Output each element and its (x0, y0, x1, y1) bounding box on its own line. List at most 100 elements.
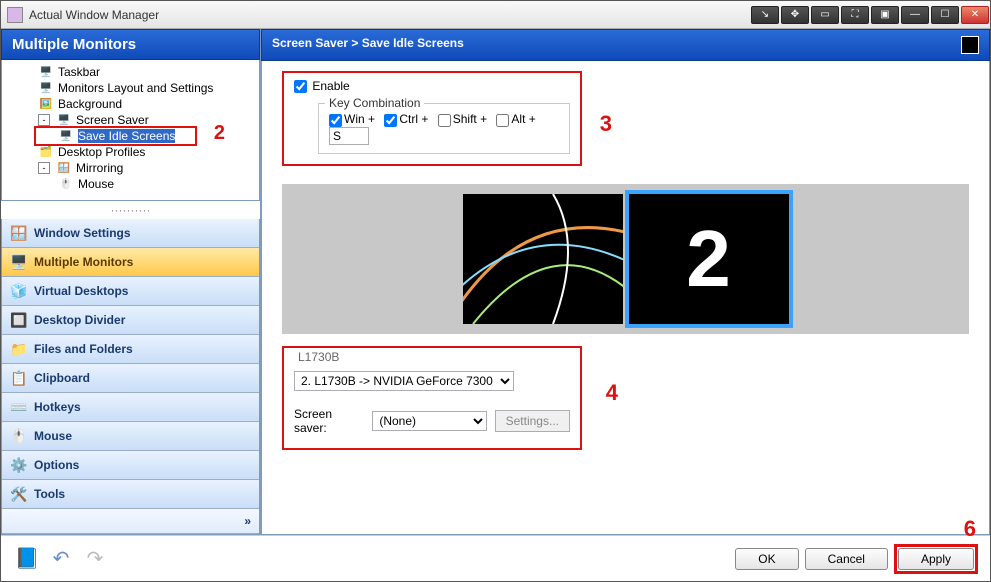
category-options[interactable]: ⚙️Options (2, 451, 259, 480)
tree-label: Taskbar (58, 65, 100, 79)
breadcrumb-icon[interactable] (961, 36, 979, 54)
maximize-button[interactable]: ☐ (931, 6, 959, 24)
winbtn-extra-1[interactable]: ↘ (751, 6, 779, 24)
alt-key-checkbox[interactable] (496, 114, 509, 127)
category-hotkeys[interactable]: ⌨️ Hotkeys (2, 393, 259, 422)
tree-label: Monitors Layout and Settings (58, 81, 213, 95)
screen-saver-select[interactable]: (None) (372, 411, 486, 431)
category-mouse[interactable]: 🖱️ Mouse (2, 422, 259, 451)
minimize-button[interactable]: — (901, 6, 929, 24)
settings-button: Settings... (495, 410, 570, 432)
win-key-label[interactable]: Win + (329, 112, 375, 126)
chevron-down-icon: » (244, 514, 251, 528)
annotation-box-4: L1730B 2. L1730B -> NVIDIA GeForce 7300 … (282, 346, 582, 450)
title-bar: Actual Window Manager ↘ ✥ ▭ ⛶ ▣ — ☐ ✕ (1, 1, 990, 29)
winbtn-extra-4[interactable]: ⛶ (841, 6, 869, 24)
category-virtual-desktops[interactable]: 🧊Virtual Desktops (2, 277, 259, 306)
tree-icon: 🖱️ (58, 177, 74, 191)
nav-tree: 🖥️Taskbar🖥️Monitors Layout and Settings🖼… (1, 60, 260, 201)
hotkey-input[interactable] (329, 127, 369, 145)
tree-icon: 🪟 (56, 161, 72, 175)
sidebar: Multiple Monitors 🖥️ Taskbar 🖥️ Monitors La… (1, 29, 261, 535)
tree-label: Mirroring (76, 161, 123, 175)
winbtn-extra-2[interactable]: ✥ (781, 6, 809, 24)
monitor-select[interactable]: 2. L1730B -> NVIDIA GeForce 7300 GT (294, 371, 514, 391)
shift-key-label[interactable]: Shift + (438, 112, 487, 126)
tree-icon: 🗂️ (38, 145, 54, 159)
enable-checkbox-label[interactable]: Enable (294, 79, 350, 93)
category-overflow[interactable]: » (2, 509, 259, 534)
cancel-button[interactable]: Cancel (805, 548, 888, 570)
category-desktop-divider[interactable]: 🔲 Desktop Divider (2, 306, 259, 335)
footer-bar: 📘 ↶ ↷ OK Cancel Apply 6 (1, 535, 990, 581)
annotation-box-3: Enable Key Combination Win + Ctrl + Shif… (282, 71, 582, 166)
close-button[interactable]: ✕ (961, 6, 989, 24)
tree-icon: 🖥️ (56, 113, 72, 127)
tree-icon: 🖥️ (38, 81, 54, 95)
tree-toggle-icon[interactable]: - (38, 162, 50, 174)
ctrl-key-label[interactable]: Ctrl + (384, 112, 428, 126)
category-label: Mouse (34, 429, 72, 443)
tree-label: Desktop Profiles (58, 145, 145, 159)
category-window-settings[interactable]: 🪟Window Settings (2, 219, 259, 248)
key-combination-legend: Key Combination (325, 96, 424, 110)
tree-icon: 🖥️ (58, 129, 74, 143)
category-icon: 🪟 (10, 224, 28, 242)
content-pane: Screen Saver > Save Idle Screens Enable … (261, 29, 990, 535)
category-icon: 🖥️ (10, 253, 28, 271)
category-clipboard[interactable]: 📋Clipboard (2, 364, 259, 393)
category-icon: ⚙️ (10, 456, 28, 474)
apply-button[interactable]: Apply (898, 548, 974, 570)
category-files-and-folders[interactable]: 📁Files and Folders (2, 335, 259, 364)
tree-label: Mouse (78, 177, 114, 191)
tree-item-taskbar[interactable]: 🖥️ Taskbar (4, 64, 257, 80)
annotation-number-2: 2 (214, 122, 225, 145)
window-buttons: ↘ ✥ ▭ ⛶ ▣ — ☐ ✕ (750, 6, 990, 24)
category-label: Files and Folders (34, 342, 133, 356)
tree-label: Background (58, 97, 122, 111)
shift-key-checkbox[interactable] (438, 114, 451, 127)
cutoff-label: L1730B (298, 350, 570, 364)
win-key-checkbox[interactable] (329, 114, 342, 127)
ctrl-key-checkbox[interactable] (384, 114, 397, 127)
monitor-2-number: 2 (629, 194, 789, 324)
category-icon: 🛠️ (10, 485, 28, 503)
redo-icon: ↷ (81, 545, 109, 573)
screen-saver-label: Screen saver: (294, 407, 364, 435)
enable-checkbox[interactable] (294, 80, 307, 93)
category-label: Desktop Divider (34, 313, 125, 327)
tree-item-mirroring[interactable]: -🪟 Mirroring (4, 160, 257, 176)
category-buttons: 🪟Window Settings 🖥️ Multiple Monitors 🧊Virt… (1, 219, 260, 535)
undo-icon[interactable]: ↶ (47, 545, 75, 573)
category-icon: ⌨️ (10, 398, 28, 416)
tree-toggle-icon[interactable]: - (38, 114, 50, 126)
annotation-number-6: 6 (964, 516, 976, 542)
category-label: Multiple Monitors (34, 255, 133, 269)
tree-item-desktop-profiles[interactable]: 🗂️ Desktop Profiles (4, 144, 257, 160)
app-icon (7, 7, 23, 23)
ok-button[interactable]: OK (735, 548, 798, 570)
tree-item-background[interactable]: 🖼️ Background (4, 96, 257, 112)
tree-icon: 🖥️ (38, 65, 54, 79)
ribbons-icon (463, 194, 623, 324)
help-icon[interactable]: 📘 (13, 545, 41, 573)
monitor-1-preview[interactable] (463, 194, 623, 324)
category-multiple-monitors[interactable]: 🖥️ Multiple Monitors (2, 248, 259, 277)
tree-icon: 🖼️ (38, 97, 54, 111)
category-label: Hotkeys (34, 400, 81, 414)
winbtn-extra-5[interactable]: ▣ (871, 6, 899, 24)
sidebar-header: Multiple Monitors (1, 29, 260, 60)
category-icon: 🖱️ (10, 427, 28, 445)
splitter-handle[interactable]: ·········· (1, 201, 260, 219)
category-icon: 🔲 (10, 311, 28, 329)
category-label: Tools (34, 487, 65, 501)
tree-item-mouse[interactable]: 🖱️ Mouse (4, 176, 257, 192)
winbtn-extra-3[interactable]: ▭ (811, 6, 839, 24)
category-tools[interactable]: 🛠️ Tools (2, 480, 259, 509)
tree-label: Screen Saver (76, 113, 149, 127)
tree-item-monitors-layout-and-settings[interactable]: 🖥️ Monitors Layout and Settings (4, 80, 257, 96)
monitor-preview-area: 2 (282, 184, 969, 334)
monitor-2-preview[interactable]: 2 (629, 194, 789, 324)
category-icon: 🧊 (10, 282, 28, 300)
alt-key-label[interactable]: Alt + (496, 112, 535, 126)
